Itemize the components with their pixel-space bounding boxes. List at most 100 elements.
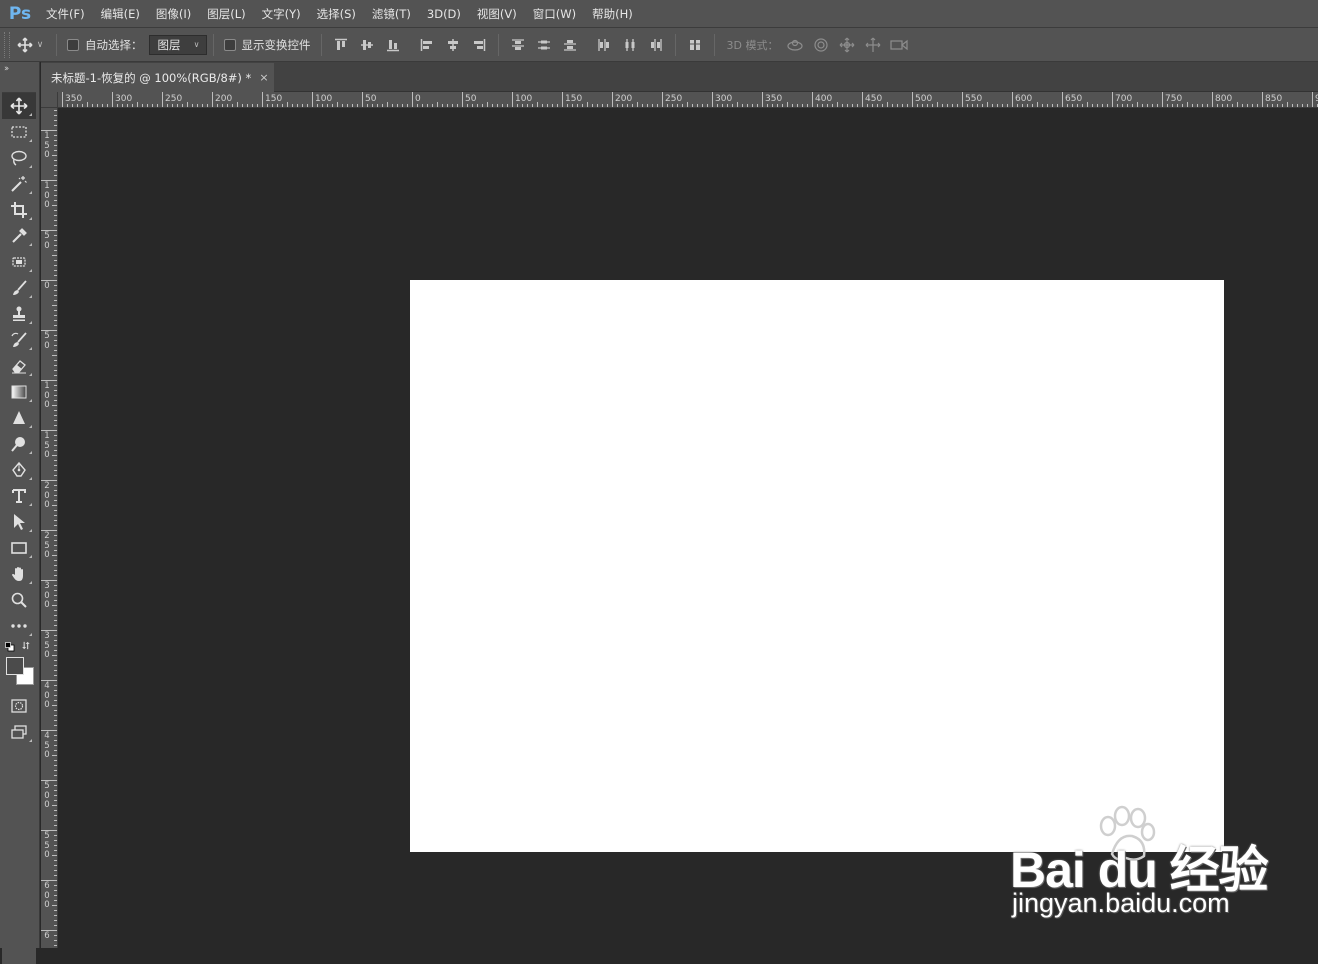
ruler-label: 700 (1115, 94, 1133, 104)
ruler-label: 50 (465, 94, 477, 104)
app-logo: Ps (8, 3, 32, 24)
ruler-origin[interactable] (41, 92, 58, 108)
menu-filter[interactable]: 滤镜(T) (364, 0, 419, 28)
screen-mode-icon (11, 725, 27, 739)
rectangular-marquee-icon (11, 126, 27, 138)
canvas-workspace[interactable] (58, 108, 1318, 948)
menu-3d[interactable]: 3D(D) (419, 0, 469, 28)
3d-pan-button[interactable] (834, 32, 860, 58)
marquee-tool-button[interactable] (2, 119, 36, 145)
vertical-ruler[interactable]: 150 100 50 0 50 100 150 200 250 300 350 400 450 500 55… (41, 108, 58, 948)
align-bottom-icon (386, 39, 399, 51)
healing-brush-tool-button[interactable] (2, 249, 36, 275)
align-left-edges-button[interactable] (414, 32, 440, 58)
distribute-bottom-button[interactable] (557, 32, 583, 58)
ruler-label: 150 (44, 131, 50, 160)
distribute-right-icon (650, 38, 662, 51)
distribute-bottom-icon (563, 39, 576, 51)
ruler-label: 150 (44, 431, 50, 460)
orbit-icon (787, 39, 804, 51)
swap-colors-icon[interactable]: ⮃ (22, 641, 30, 652)
distribute-left-button[interactable] (591, 32, 617, 58)
magic-wand-tool-button[interactable] (2, 171, 36, 197)
auto-select-checkbox[interactable] (67, 38, 79, 51)
ruler-label: 550 (965, 94, 983, 104)
separator (212, 33, 214, 56)
close-icon[interactable]: × (259, 71, 268, 84)
hand-icon (12, 567, 23, 581)
align-vcenter-icon (360, 39, 373, 50)
stamp-icon (13, 306, 25, 321)
document-tab[interactable]: 未标题-1-恢复的 @ 100%(RGB/8#) * × (41, 63, 274, 92)
eraser-tool-button[interactable] (2, 353, 36, 379)
ruler-label: 50 (44, 231, 50, 251)
tool-preset-picker[interactable]: ∨ (10, 32, 50, 58)
arrow-pointer-icon (14, 514, 25, 530)
ruler-label: 0 (415, 94, 421, 104)
eyedropper-tool-button[interactable] (2, 223, 36, 249)
menu-layer[interactable]: 图层(L) (199, 0, 253, 28)
menu-window[interactable]: 窗口(W) (525, 0, 584, 28)
history-brush-tool-button[interactable] (2, 327, 36, 353)
3d-orbit-button[interactable] (782, 32, 808, 58)
default-colors-icon[interactable] (5, 642, 15, 652)
ruler-label: 50 (44, 331, 50, 351)
menu-type[interactable]: 文字(Y) (254, 0, 309, 28)
menu-file[interactable]: 文件(F) (40, 0, 93, 28)
quick-mask-button[interactable] (2, 693, 36, 719)
ruler-label: 50 (365, 94, 377, 104)
distribute-vcenter-button[interactable] (531, 32, 557, 58)
move-icon (17, 37, 33, 52)
type-icon (12, 489, 26, 503)
menu-edit[interactable]: 编辑(E) (93, 0, 148, 28)
3d-slide-button[interactable] (860, 32, 886, 58)
auto-select-target-dropdown[interactable]: 图层 ∨ (148, 34, 207, 55)
distribute-right-button[interactable] (643, 32, 669, 58)
align-bottom-edges-button[interactable] (380, 32, 406, 58)
clone-stamp-tool-button[interactable] (2, 301, 36, 327)
3d-roll-button[interactable] (808, 32, 834, 58)
ruler-label: 850 (1265, 94, 1283, 104)
ruler-label: 150 (565, 94, 583, 104)
crop-tool-button[interactable] (2, 197, 36, 223)
menu-help[interactable]: 帮助(H) (584, 0, 641, 28)
horizontal-ruler[interactable]: 350 300 250 200 150 100 50 0 50 100 150 200 250 300 35… (58, 92, 1318, 108)
dodge-tool-button[interactable] (2, 431, 36, 457)
auto-select-label: 自动选择： (85, 37, 143, 52)
align-vertical-centers-button[interactable] (354, 32, 380, 58)
show-transform-checkbox[interactable] (223, 38, 236, 51)
edit-toolbar-button[interactable] (2, 613, 36, 639)
brush-tool-button[interactable] (2, 275, 36, 301)
ruler-label: 100 (515, 94, 533, 104)
ruler-label: 200 (44, 481, 50, 510)
rectangle-tool-button[interactable] (2, 535, 36, 561)
foreground-color-swatch[interactable] (6, 657, 24, 675)
hand-tool-button[interactable] (2, 561, 36, 587)
align-right-edges-button[interactable] (466, 32, 492, 58)
type-tool-button[interactable] (2, 483, 36, 509)
chevron-down-icon: ∨ (36, 39, 44, 50)
expand-panel-icon[interactable]: ›› (4, 64, 9, 74)
menu-view[interactable]: 视图(V) (469, 0, 525, 28)
3d-scale-button[interactable] (886, 32, 912, 58)
menu-image[interactable]: 图像(I) (148, 0, 199, 28)
tools-panel: ›› ⮃ (0, 62, 40, 964)
pen-tool-button[interactable] (2, 457, 36, 483)
pen-icon (12, 461, 26, 477)
menu-select[interactable]: 选择(S) (309, 0, 364, 28)
auto-align-layers-button[interactable] (682, 32, 708, 58)
zoom-tool-button[interactable] (2, 587, 36, 613)
align-top-edges-button[interactable] (328, 32, 354, 58)
move-tool-button[interactable] (2, 93, 36, 119)
gradient-tool-button[interactable] (2, 379, 36, 405)
blur-tool-button[interactable] (2, 405, 36, 431)
document-canvas[interactable] (410, 280, 1224, 852)
align-horizontal-centers-button[interactable] (440, 32, 466, 58)
lasso-tool-button[interactable] (2, 145, 36, 171)
gradient-icon (11, 385, 27, 399)
distribute-hcenter-button[interactable] (617, 32, 643, 58)
ruler-label: 450 (44, 731, 50, 760)
distribute-top-button[interactable] (505, 32, 531, 58)
path-selection-tool-button[interactable] (2, 509, 36, 535)
screen-mode-button[interactable] (2, 719, 36, 745)
